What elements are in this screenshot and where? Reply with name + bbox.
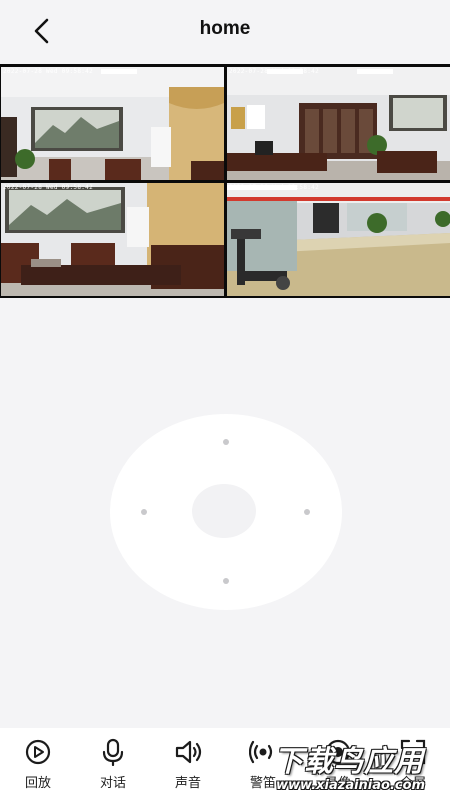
camera-timestamp: 2022-07-28 Wed 09:58:42 [229, 68, 319, 75]
watermark-url: www.xiazainiao.com [276, 778, 426, 793]
sound-button[interactable]: 声音 [150, 728, 226, 800]
camera-feed-2[interactable]: 2022-07-28 Wed 09:58:42 [227, 67, 450, 180]
playback-icon [25, 739, 51, 765]
watermark: 下载鸟应用 www.xiazainiao.com [268, 736, 450, 800]
header-bar: home [0, 0, 450, 64]
ptz-left-dot[interactable] [141, 509, 147, 515]
camera-timestamp: 2022-07-28 Wed 09:58:42 [229, 184, 319, 191]
microphone-icon [102, 738, 124, 766]
playback-label: 回放 [24, 776, 51, 791]
ptz-down-dot[interactable] [223, 578, 229, 584]
talk-label: 对话 [99, 776, 126, 791]
page-title: home [199, 18, 251, 39]
camera-grid: 2022-07-28 Wed 09:58:42 2022-07-28 Wed 0… [0, 64, 450, 298]
speaker-icon [175, 740, 202, 764]
ptz-up-dot[interactable] [223, 439, 229, 445]
ptz-right-dot[interactable] [304, 509, 310, 515]
camera-feed-4[interactable]: 2022-07-28 Wed 09:58:42 [227, 183, 450, 296]
sound-label: 声音 [174, 776, 201, 791]
talk-button[interactable]: 对话 [75, 728, 151, 800]
camera-timestamp: 2022-07-28 Wed 09:58:42 [3, 184, 93, 191]
playback-button[interactable]: 回放 [0, 728, 76, 800]
ptz-center-button[interactable] [192, 484, 256, 538]
camera-timestamp: 2022-07-28 Wed 09:58:42 [3, 68, 93, 75]
camera-feed-1[interactable]: 2022-07-28 Wed 09:58:42 [1, 67, 224, 180]
ptz-direction-pad[interactable] [110, 414, 342, 610]
camera-feed-3[interactable]: 2022-07-28 Wed 09:58:42 [1, 183, 224, 296]
watermark-title: 下载鸟应用 [274, 744, 425, 778]
